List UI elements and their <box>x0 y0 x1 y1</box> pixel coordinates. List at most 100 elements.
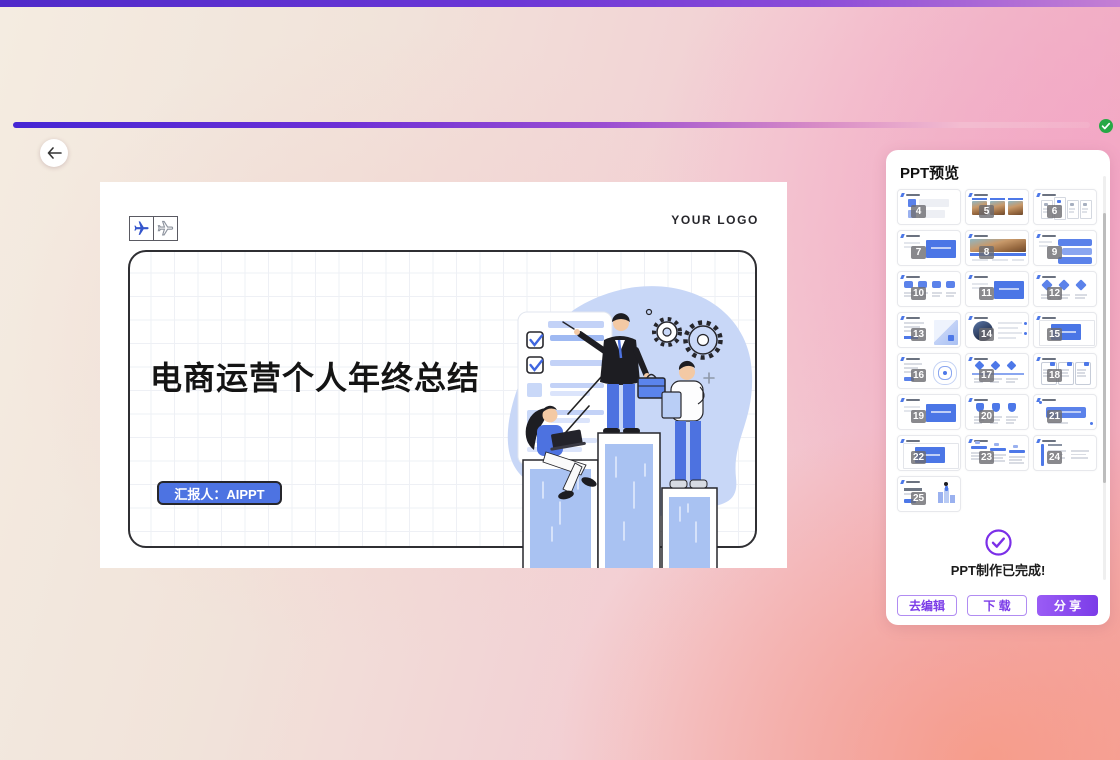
thumb-shape <box>999 288 1019 290</box>
slide-thumbnail-25[interactable]: 25 <box>897 476 961 512</box>
slide-thumbnail-20[interactable]: 20 <box>965 394 1029 430</box>
scrollbar-thumb[interactable] <box>1103 213 1106 483</box>
slide-thumbnail-16[interactable]: 16 <box>897 353 961 389</box>
thumb-shape <box>1075 279 1086 290</box>
thumb-number-badge: 12 <box>1047 287 1062 300</box>
download-button[interactable]: 下 载 <box>967 595 1027 616</box>
thumb-shape <box>1006 422 1014 424</box>
thumb-number-badge: 13 <box>911 328 926 341</box>
thumb-shape <box>1024 322 1027 325</box>
thumb-title-slash <box>900 357 904 361</box>
thumb-title-bar <box>1042 440 1056 442</box>
thumb-title-bar <box>1042 276 1056 278</box>
thumb-shape <box>946 295 954 297</box>
thumb-shape <box>1009 456 1025 458</box>
thumb-number-badge: 8 <box>979 246 994 259</box>
thumb-number-badge: 23 <box>979 451 994 464</box>
thumb-shape <box>990 198 1005 200</box>
thumb-shape <box>1069 208 1075 210</box>
thumb-shape <box>1075 294 1087 296</box>
thumb-shape <box>926 240 956 258</box>
thumb-number-badge: 11 <box>979 287 994 300</box>
thumb-shape <box>931 411 951 413</box>
thumb-shape <box>1062 248 1092 255</box>
share-button[interactable]: 分 享 <box>1037 595 1098 616</box>
thumb-shape <box>932 295 940 297</box>
slide-thumbnail-21[interactable]: 21 <box>1033 394 1097 430</box>
thumb-shape <box>1007 361 1017 371</box>
thumb-number-badge: 20 <box>979 410 994 423</box>
slide-thumbnail-12[interactable]: 12 <box>1033 271 1097 307</box>
thumb-number-badge: 7 <box>911 246 926 259</box>
slide-thumbnail-13[interactable]: 13 <box>897 312 961 348</box>
thumb-title-bar <box>974 276 988 278</box>
thumb-shape <box>1083 203 1087 206</box>
thumb-shape <box>945 486 948 491</box>
thumb-shape <box>1075 297 1085 299</box>
thumb-number-badge: 17 <box>979 369 994 382</box>
slide-thumbnail-14[interactable]: 14 <box>965 312 1029 348</box>
thumb-shape <box>934 320 958 345</box>
thumb-shape <box>1012 259 1024 261</box>
thumb-shape <box>1077 375 1086 377</box>
thumb-title-bar <box>906 481 920 483</box>
progress-complete-icon <box>1099 119 1113 133</box>
thumb-shape <box>1071 457 1088 459</box>
thumb-number-badge: 16 <box>911 369 926 382</box>
desktop: { "toolbar": { "back_tooltip": "back" },… <box>0 0 1120 760</box>
slide-thumbnail-17[interactable]: 17 <box>965 353 1029 389</box>
slide-thumbnail-24[interactable]: 24 <box>1033 435 1097 471</box>
slide-thumbnail-6[interactable]: 6 <box>1033 189 1097 225</box>
slide-thumbnail-15[interactable]: 15 <box>1033 312 1097 348</box>
thumb-number-badge: 6 <box>1047 205 1062 218</box>
thumb-shape <box>1009 462 1024 464</box>
plane-icons <box>129 216 178 241</box>
thumb-title-bar <box>1042 358 1056 360</box>
slide-thumbnail-19[interactable]: 19 <box>897 394 961 430</box>
thumb-shape <box>904 406 920 408</box>
slide-thumbnail-9[interactable]: 9 <box>1033 230 1097 266</box>
thumb-title-slash <box>968 357 972 361</box>
thumb-shape <box>904 488 922 491</box>
slide-thumbnail-10[interactable]: 10 <box>897 271 961 307</box>
thumb-shape <box>994 443 999 446</box>
slide-thumbnail-11[interactable]: 11 <box>965 271 1029 307</box>
ppt-preview-panel: PPT预览 4567891011121314151617181920212223… <box>886 150 1110 625</box>
slide-thumbnail-23[interactable]: 23 <box>965 435 1029 471</box>
thumb-shape <box>994 281 1024 299</box>
plane-blue-icon <box>129 216 154 241</box>
thumb-number-badge: 24 <box>1047 451 1062 464</box>
thumb-shape <box>1069 211 1074 213</box>
thumb-shape <box>1041 444 1044 466</box>
slide-thumbnail-18[interactable]: 18 <box>1033 353 1097 389</box>
slide-thumbnail-8[interactable]: 8 <box>965 230 1029 266</box>
thumb-shape <box>1006 381 1015 383</box>
thumb-shape <box>932 281 941 288</box>
slide-thumbnail-4[interactable]: 4 <box>897 189 961 225</box>
edit-button[interactable]: 去编辑 <box>897 595 957 616</box>
thumb-shape <box>1006 378 1018 380</box>
thumb-shape <box>998 327 1018 329</box>
thumb-shape <box>1058 257 1092 264</box>
thumb-title-slash <box>968 398 972 402</box>
thumb-number-badge: 9 <box>1047 246 1062 259</box>
thumb-shape <box>992 259 1008 261</box>
slide-thumbnail-22[interactable]: 22 <box>897 435 961 471</box>
thumb-shape <box>1077 372 1085 374</box>
thumb-shape <box>946 281 955 288</box>
thumb-shape <box>998 322 1022 324</box>
thumb-shape <box>1071 454 1086 456</box>
slide-thumbnail-7[interactable]: 7 <box>897 230 961 266</box>
thumb-number-badge: 25 <box>911 492 926 505</box>
generation-progress-bar <box>13 122 1090 128</box>
thumb-title-bar <box>906 235 920 237</box>
thumb-title-slash <box>1036 275 1040 279</box>
slide-thumbnail-5[interactable]: 5 <box>965 189 1029 225</box>
thumb-title-slash <box>1036 234 1040 238</box>
thumb-title-bar <box>974 194 988 196</box>
thumb-shape <box>1009 459 1022 461</box>
thumbnails-grid: 45 6 7 8 9 10 11 12 13 14 15 16 17 18 19 20 21 22 23 24 25 <box>886 150 1110 530</box>
thumb-shape <box>950 495 955 503</box>
thumb-number-badge: 15 <box>1047 328 1062 341</box>
back-button[interactable] <box>40 139 68 167</box>
